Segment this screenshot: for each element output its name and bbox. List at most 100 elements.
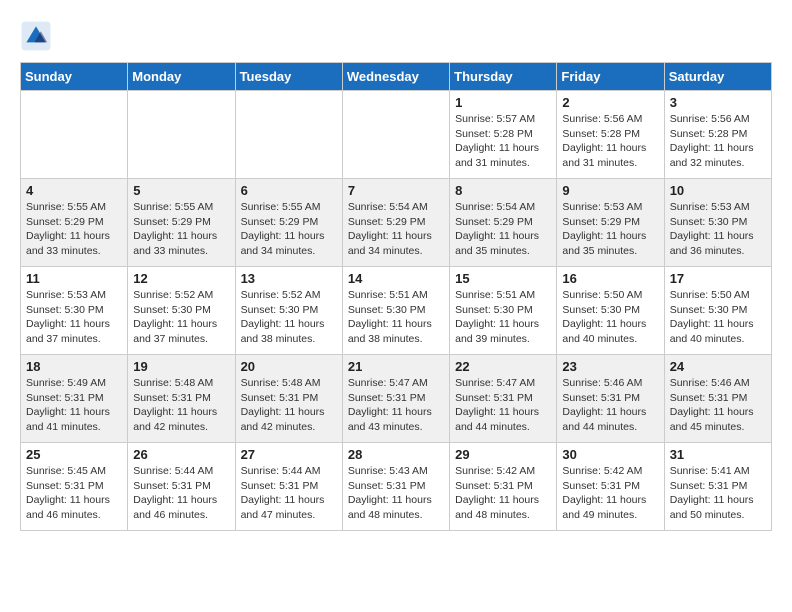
calendar-cell: 4 Sunrise: 5:55 AMSunset: 5:29 PMDaylight… [21,179,128,267]
day-number: 30 [562,447,658,462]
week-row-4: 18Sunrise: 5:49 AMSunset: 5:31 PMDayligh… [21,355,772,443]
day-number: 18 [26,359,122,374]
calendar-cell [128,91,235,179]
day-number: 2 [562,95,658,110]
calendar-cell: 24 Sunrise: 5:46 AMSunset: 5:31 PMDayligh… [664,355,771,443]
week-row-3: 11 Sunrise: 5:53 AMSunset: 5:30 PMDayligh… [21,267,772,355]
cell-info: Sunrise: 5:52 AMSunset: 5:30 PMDaylight:… [241,288,337,347]
cell-info: Sunrise: 5:48 AMSunset: 5:31 PMDaylight:… [241,376,337,435]
day-number: 26 [133,447,229,462]
calendar-cell: 27 Sunrise: 5:44 AMSunset: 5:31 PMDayligh… [235,443,342,531]
calendar-cell: 15 Sunrise: 5:51 AMSunset: 5:30 PMDayligh… [450,267,557,355]
calendar-cell: 20 Sunrise: 5:48 AMSunset: 5:31 PMDayligh… [235,355,342,443]
calendar-cell: 17 Sunrise: 5:50 AMSunset: 5:30 PMDayligh… [664,267,771,355]
day-number: 27 [241,447,337,462]
day-number: 8 [455,183,551,198]
cell-info: Sunrise: 5:46 AMSunset: 5:31 PMDaylight:… [670,376,766,435]
day-number: 17 [670,271,766,286]
day-number: 20 [241,359,337,374]
cell-info: Sunrise: 5:43 AMSunset: 5:31 PMDaylight:… [348,464,444,523]
day-number: 29 [455,447,551,462]
col-header-monday: Monday [128,63,235,91]
day-number: 31 [670,447,766,462]
col-header-saturday: Saturday [664,63,771,91]
calendar-cell [235,91,342,179]
calendar-cell: 12Sunrise: 5:52 AMSunset: 5:30 PMDayligh… [128,267,235,355]
cell-info: Sunrise: 5:42 AMSunset: 5:31 PMDaylight:… [562,464,658,523]
calendar-cell: 26 Sunrise: 5:44 AMSunset: 5:31 PMDayligh… [128,443,235,531]
day-number: 3 [670,95,766,110]
calendar-cell: 6 Sunrise: 5:55 AMSunset: 5:29 PMDaylight… [235,179,342,267]
calendar-cell: 13 Sunrise: 5:52 AMSunset: 5:30 PMDayligh… [235,267,342,355]
cell-info: Sunrise: 5:45 AMSunset: 5:31 PMDaylight:… [26,464,122,523]
calendar-table: SundayMondayTuesdayWednesdayThursdayFrid… [20,62,772,531]
day-number: 21 [348,359,444,374]
cell-info: Sunrise: 5:50 AMSunset: 5:30 PMDaylight:… [562,288,658,347]
calendar-cell: 19Sunrise: 5:48 AMSunset: 5:31 PMDayligh… [128,355,235,443]
day-number: 28 [348,447,444,462]
calendar-cell [342,91,449,179]
cell-info: Sunrise: 5:48 AMSunset: 5:31 PMDaylight:… [133,376,229,435]
calendar-cell: 28 Sunrise: 5:43 AMSunset: 5:31 PMDayligh… [342,443,449,531]
cell-info: Sunrise: 5:44 AMSunset: 5:31 PMDaylight:… [241,464,337,523]
calendar-cell: 16 Sunrise: 5:50 AMSunset: 5:30 PMDayligh… [557,267,664,355]
day-number: 23 [562,359,658,374]
cell-info: Sunrise: 5:53 AMSunset: 5:30 PMDaylight:… [670,200,766,259]
cell-info: Sunrise: 5:50 AMSunset: 5:30 PMDaylight:… [670,288,766,347]
day-number: 1 [455,95,551,110]
cell-info: Sunrise: 5:44 AMSunset: 5:31 PMDaylight:… [133,464,229,523]
day-number: 11 [26,271,122,286]
calendar-cell: 22Sunrise: 5:47 AMSunset: 5:31 PMDayligh… [450,355,557,443]
day-number: 9 [562,183,658,198]
cell-info: Sunrise: 5:56 AMSunset: 5:28 PMDaylight:… [562,112,658,171]
day-number: 12 [133,271,229,286]
day-number: 14 [348,271,444,286]
logo-icon [20,20,52,52]
cell-info: Sunrise: 5:54 AMSunset: 5:29 PMDaylight:… [455,200,551,259]
col-header-friday: Friday [557,63,664,91]
cell-info: Sunrise: 5:54 AMSunset: 5:29 PMDaylight:… [348,200,444,259]
calendar-cell: 5 Sunrise: 5:55 AMSunset: 5:29 PMDaylight… [128,179,235,267]
cell-info: Sunrise: 5:53 AMSunset: 5:29 PMDaylight:… [562,200,658,259]
header-row: SundayMondayTuesdayWednesdayThursdayFrid… [21,63,772,91]
day-number: 16 [562,271,658,286]
day-number: 6 [241,183,337,198]
day-number: 24 [670,359,766,374]
day-number: 4 [26,183,122,198]
calendar-cell: 11 Sunrise: 5:53 AMSunset: 5:30 PMDayligh… [21,267,128,355]
cell-info: Sunrise: 5:42 AMSunset: 5:31 PMDaylight:… [455,464,551,523]
cell-info: Sunrise: 5:51 AMSunset: 5:30 PMDaylight:… [348,288,444,347]
cell-info: Sunrise: 5:55 AMSunset: 5:29 PMDaylight:… [26,200,122,259]
col-header-sunday: Sunday [21,63,128,91]
cell-info: Sunrise: 5:41 AMSunset: 5:31 PMDaylight:… [670,464,766,523]
week-row-5: 25 Sunrise: 5:45 AMSunset: 5:31 PMDayligh… [21,443,772,531]
calendar-cell: 2 Sunrise: 5:56 AMSunset: 5:28 PMDaylight… [557,91,664,179]
day-number: 5 [133,183,229,198]
cell-info: Sunrise: 5:57 AMSunset: 5:28 PMDaylight:… [455,112,551,171]
day-number: 13 [241,271,337,286]
calendar-cell: 25 Sunrise: 5:45 AMSunset: 5:31 PMDayligh… [21,443,128,531]
day-number: 15 [455,271,551,286]
week-row-2: 4 Sunrise: 5:55 AMSunset: 5:29 PMDaylight… [21,179,772,267]
calendar-cell: 31 Sunrise: 5:41 AMSunset: 5:31 PMDayligh… [664,443,771,531]
cell-info: Sunrise: 5:55 AMSunset: 5:29 PMDaylight:… [241,200,337,259]
calendar-cell: 1 Sunrise: 5:57 AMSunset: 5:28 PMDaylight… [450,91,557,179]
cell-info: Sunrise: 5:51 AMSunset: 5:30 PMDaylight:… [455,288,551,347]
cell-info: Sunrise: 5:55 AMSunset: 5:29 PMDaylight:… [133,200,229,259]
logo [20,20,56,52]
calendar-cell [21,91,128,179]
day-number: 7 [348,183,444,198]
calendar-cell: 18Sunrise: 5:49 AMSunset: 5:31 PMDayligh… [21,355,128,443]
day-number: 22 [455,359,551,374]
cell-info: Sunrise: 5:53 AMSunset: 5:30 PMDaylight:… [26,288,122,347]
page-header [20,20,772,52]
day-number: 25 [26,447,122,462]
calendar-cell: 21Sunrise: 5:47 AMSunset: 5:31 PMDayligh… [342,355,449,443]
day-number: 10 [670,183,766,198]
calendar-cell: 29 Sunrise: 5:42 AMSunset: 5:31 PMDayligh… [450,443,557,531]
week-row-1: 1 Sunrise: 5:57 AMSunset: 5:28 PMDaylight… [21,91,772,179]
cell-info: Sunrise: 5:46 AMSunset: 5:31 PMDaylight:… [562,376,658,435]
calendar-cell: 3Sunrise: 5:56 AMSunset: 5:28 PMDaylight… [664,91,771,179]
calendar-cell: 8 Sunrise: 5:54 AMSunset: 5:29 PMDaylight… [450,179,557,267]
calendar-cell: 9 Sunrise: 5:53 AMSunset: 5:29 PMDaylight… [557,179,664,267]
